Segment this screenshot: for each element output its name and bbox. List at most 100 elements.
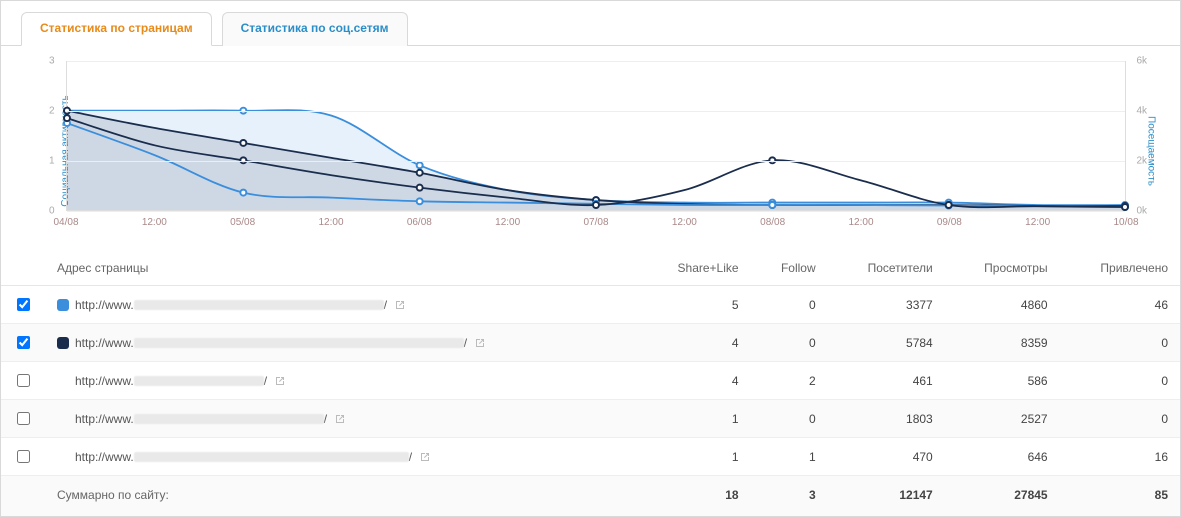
- summary-sharelike: 18: [639, 476, 751, 517]
- table-row: http://www./1147064616: [1, 438, 1180, 476]
- summary-label: Суммарно по сайту:: [45, 476, 639, 517]
- cell-share_like: 4: [639, 324, 751, 362]
- point-page-1-visits: [417, 198, 423, 204]
- x-tick: 12:00: [495, 217, 520, 228]
- cell-views: 586: [945, 362, 1060, 400]
- point-page-2-social: [417, 170, 423, 176]
- x-axis: 04/0812:0005/0812:0006/0812:0007/0812:00…: [66, 213, 1126, 233]
- chart-svg: [67, 61, 1125, 210]
- url-slash: /: [464, 336, 467, 350]
- cell-views: 646: [945, 438, 1060, 476]
- y-left-tick: 0: [49, 206, 55, 217]
- col-address: Адрес страницы: [45, 251, 639, 286]
- summary-views: 27845: [945, 476, 1060, 517]
- stats-panel: Статистика по страницам Статистика по со…: [0, 0, 1181, 517]
- external-link-icon[interactable]: [418, 451, 430, 463]
- summary-attracted: 85: [1060, 476, 1180, 517]
- x-tick: 12:00: [1025, 217, 1050, 228]
- cell-visitors: 1803: [828, 400, 945, 438]
- table-row: http://www./40578483590: [1, 324, 1180, 362]
- series-swatch-icon: [57, 337, 69, 349]
- x-tick: 12:00: [848, 217, 873, 228]
- cell-address: http://www./: [45, 400, 639, 438]
- summary-follow: 3: [751, 476, 828, 517]
- y-right-tick: 6k: [1136, 56, 1147, 67]
- url-text: http://www.: [75, 336, 134, 350]
- y-left-tick: 1: [49, 156, 55, 167]
- external-link-icon[interactable]: [273, 375, 285, 387]
- url-slash: /: [264, 374, 267, 388]
- summary-visitors: 12147: [828, 476, 945, 517]
- row-checkbox[interactable]: [17, 336, 30, 349]
- external-link-icon[interactable]: [393, 299, 405, 311]
- x-tick: 09/08: [937, 217, 962, 228]
- y-right-tick: 4k: [1136, 106, 1147, 117]
- url-text: http://www.: [75, 412, 134, 426]
- y-left-tick: 2: [49, 106, 55, 117]
- cell-share_like: 5: [639, 286, 751, 324]
- cell-share_like: 1: [639, 400, 751, 438]
- x-tick: 12:00: [142, 217, 167, 228]
- col-attracted: Привлечено: [1060, 251, 1180, 286]
- cell-visitors: 470: [828, 438, 945, 476]
- point-page-1-visits: [769, 202, 775, 208]
- url-text: http://www.: [75, 450, 134, 464]
- x-tick: 12:00: [672, 217, 697, 228]
- x-tick: 07/08: [583, 217, 608, 228]
- cell-share_like: 1: [639, 438, 751, 476]
- stats-table: Адрес страницы Share+Like Follow Посетит…: [1, 251, 1180, 516]
- col-views: Просмотры: [945, 251, 1060, 286]
- row-checkbox[interactable]: [17, 374, 30, 387]
- cell-address: http://www. /: [45, 286, 639, 324]
- row-checkbox[interactable]: [17, 298, 30, 311]
- x-tick: 06/08: [407, 217, 432, 228]
- tabs: Статистика по страницам Статистика по со…: [1, 1, 1180, 46]
- url-redacted: [134, 414, 324, 424]
- external-link-icon[interactable]: [473, 337, 485, 349]
- y-axis-right-label: Посещаемость: [1146, 116, 1157, 186]
- cell-views: 4860: [945, 286, 1060, 324]
- tab-pages[interactable]: Статистика по страницам: [21, 12, 212, 46]
- cell-attracted: 0: [1060, 324, 1180, 362]
- cell-address: http://www. /: [45, 324, 639, 362]
- col-visitors: Посетители: [828, 251, 945, 286]
- url-redacted: [134, 338, 464, 348]
- point-page-1-visits: [240, 190, 246, 196]
- point-page-2-visits: [417, 185, 423, 191]
- external-link-icon[interactable]: [333, 413, 345, 425]
- chart: Социальная активность Посещаемость 01230…: [46, 61, 1150, 241]
- url-text: http://www.: [75, 374, 134, 388]
- url-slash: /: [384, 298, 387, 312]
- point-page-2-visits: [593, 202, 599, 208]
- x-tick: 05/08: [230, 217, 255, 228]
- col-sharelike: Share+Like: [639, 251, 751, 286]
- cell-follow: 0: [751, 286, 828, 324]
- url-redacted: [134, 452, 409, 462]
- x-tick: 04/08: [53, 217, 78, 228]
- x-tick: 08/08: [760, 217, 785, 228]
- summary-row: Суммарно по сайту:183121472784585: [1, 476, 1180, 517]
- series-swatch-icon: [57, 299, 69, 311]
- cell-address: http://www./: [45, 438, 639, 476]
- cell-follow: 1: [751, 438, 828, 476]
- plot-area: 01230k2k4k6k: [66, 61, 1126, 211]
- y-right-tick: 2k: [1136, 156, 1147, 167]
- cell-visitors: 3377: [828, 286, 945, 324]
- row-checkbox[interactable]: [17, 412, 30, 425]
- url-text: http://www.: [75, 298, 134, 312]
- cell-visitors: 461: [828, 362, 945, 400]
- cell-follow: 0: [751, 400, 828, 438]
- url-redacted: [134, 300, 384, 310]
- x-tick: 10/08: [1113, 217, 1138, 228]
- col-checkbox: [1, 251, 45, 286]
- cell-views: 2527: [945, 400, 1060, 438]
- table-row: http://www./10180325270: [1, 400, 1180, 438]
- tab-social[interactable]: Статистика по соц.сетям: [222, 12, 408, 46]
- row-checkbox[interactable]: [17, 450, 30, 463]
- cell-follow: 0: [751, 324, 828, 362]
- point-page-2-visits: [946, 202, 952, 208]
- table-header-row: Адрес страницы Share+Like Follow Посетит…: [1, 251, 1180, 286]
- y-left-tick: 3: [49, 56, 55, 67]
- col-follow: Follow: [751, 251, 828, 286]
- point-page-2-visits: [1122, 204, 1128, 210]
